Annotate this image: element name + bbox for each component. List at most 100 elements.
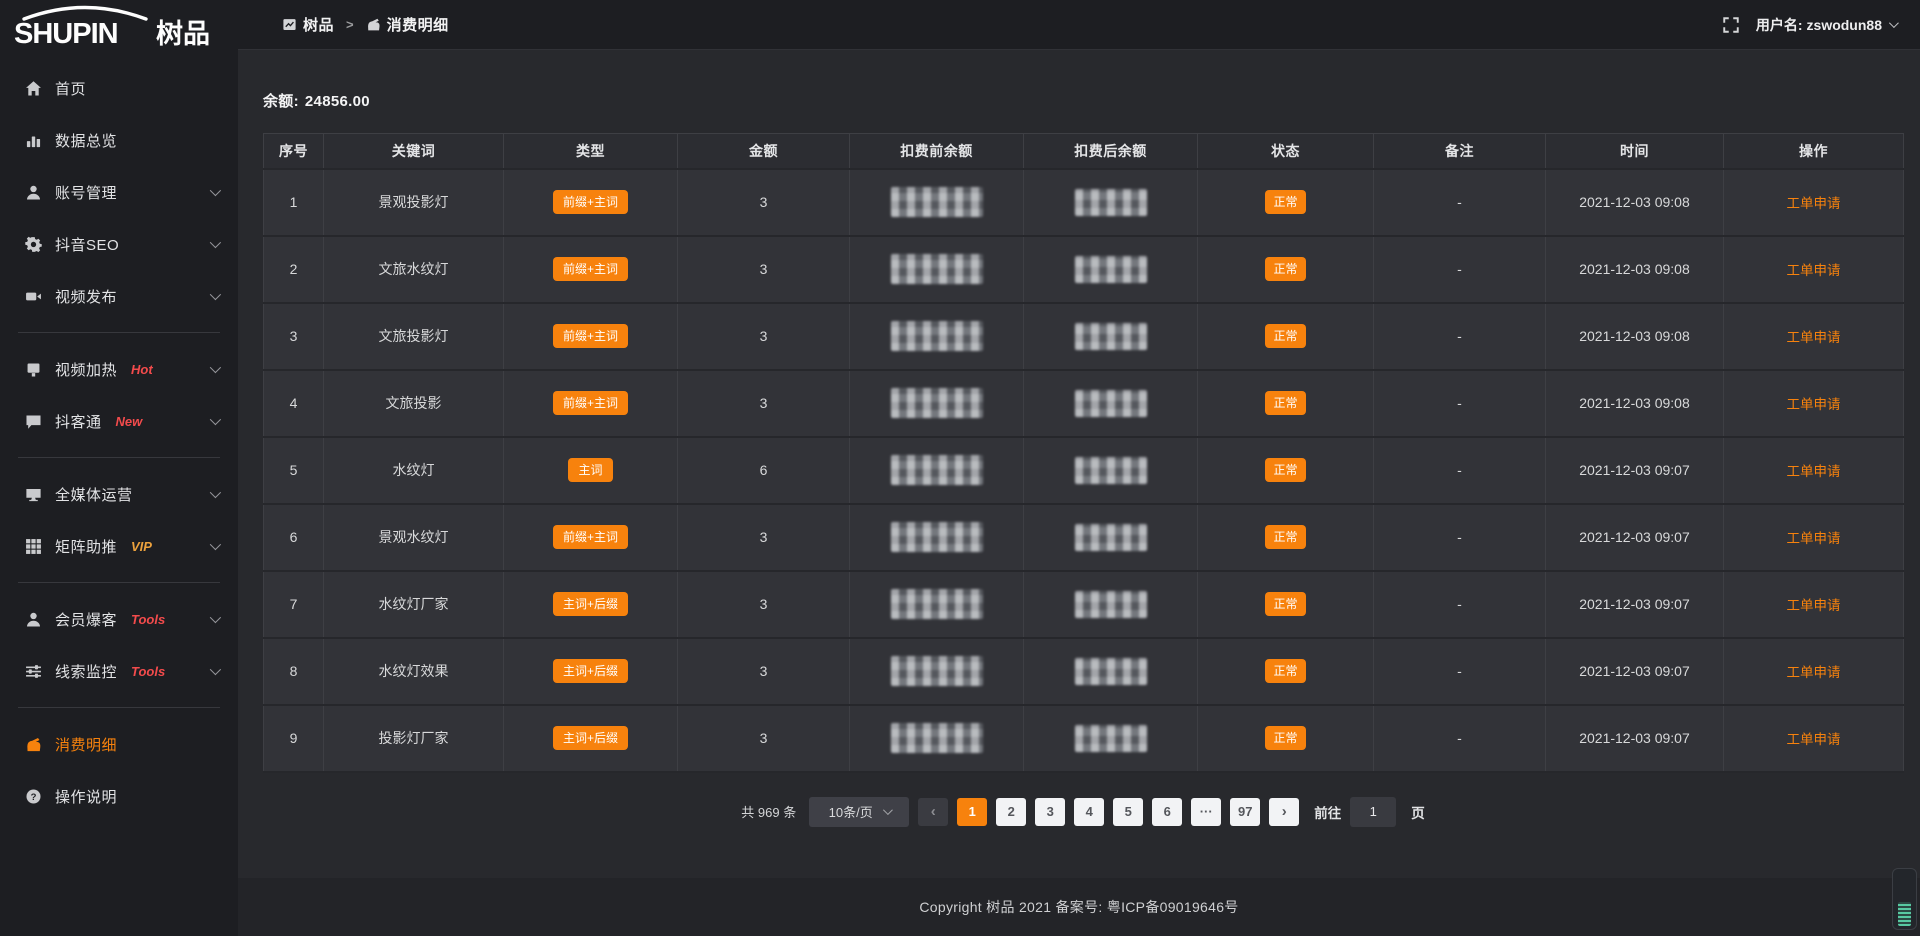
sidebar-item-seo[interactable]: 抖音SEO bbox=[0, 218, 238, 270]
cell-amount: 3 bbox=[678, 370, 850, 437]
cell-action: 工单申请 bbox=[1724, 303, 1904, 370]
cell-type: 前缀+主词 bbox=[504, 236, 678, 303]
side-widget[interactable] bbox=[1892, 868, 1917, 930]
page-button-4[interactable]: 4 bbox=[1074, 798, 1104, 826]
sidebar-item-heat[interactable]: 视频加热 Hot bbox=[0, 343, 238, 395]
footer: Copyright 树品 2021 备案号: 粤ICP备09019646号 bbox=[238, 878, 1920, 936]
page-button-6[interactable]: 6 bbox=[1152, 798, 1182, 826]
sidebar-item-consume[interactable]: 消费明细 bbox=[0, 718, 238, 770]
chevron-down-icon bbox=[210, 362, 221, 373]
cell-balance-before bbox=[850, 705, 1024, 772]
sidebar-item-label: 抖客通 bbox=[55, 411, 102, 432]
redacted-balance-after bbox=[1075, 725, 1147, 752]
work-order-link[interactable]: 工单申请 bbox=[1787, 598, 1841, 613]
user-menu[interactable]: 用户名: zswodun88 bbox=[1756, 15, 1896, 35]
redacted-balance-after bbox=[1075, 189, 1147, 216]
sidebar: SHUPIN 树品 首页 数据总览 账号管理 抖音SEO 视频发布 视频加热 H… bbox=[0, 0, 238, 936]
sidebar-item-member[interactable]: 会员爆客 Tools bbox=[0, 593, 238, 645]
page-button-1-active[interactable]: 1 bbox=[957, 798, 987, 826]
sidebar-item-label: 账号管理 bbox=[55, 182, 117, 203]
sidebar-item-matrix[interactable]: 矩阵助推 VIP bbox=[0, 520, 238, 572]
cell-balance-after bbox=[1024, 437, 1198, 504]
brand-logo-text: SHUPIN bbox=[14, 18, 118, 50]
page-button-97[interactable]: 97 bbox=[1230, 798, 1260, 826]
page-jump-input[interactable] bbox=[1350, 797, 1396, 827]
page-button-5[interactable]: 5 bbox=[1113, 798, 1143, 826]
sidebar-item-overview[interactable]: 数据总览 bbox=[0, 114, 238, 166]
page-button-3[interactable]: 3 bbox=[1035, 798, 1065, 826]
grid-icon bbox=[25, 538, 42, 555]
pagination-total: 共 969 条 bbox=[741, 802, 796, 821]
table-row: 8 水纹灯效果 主词+后缀 3 正常 - 2021-12-03 09:07 工单… bbox=[264, 638, 1904, 705]
cell-type: 主词+后缀 bbox=[504, 571, 678, 638]
type-badge: 主词+后缀 bbox=[553, 726, 628, 750]
breadcrumb-current[interactable]: 消费明细 bbox=[366, 14, 449, 35]
chevron-down-icon bbox=[210, 487, 221, 498]
redacted-balance-after bbox=[1075, 591, 1147, 618]
cell-keyword: 景观水纹灯 bbox=[324, 504, 504, 571]
breadcrumb-separator: > bbox=[346, 17, 354, 32]
next-page-button[interactable]: › bbox=[1269, 798, 1299, 826]
redacted-balance-before bbox=[891, 589, 983, 619]
table-row: 9 投影灯厂家 主词+后缀 3 正常 - 2021-12-03 09:07 工单… bbox=[264, 705, 1904, 772]
cell-status: 正常 bbox=[1198, 236, 1374, 303]
cell-status: 正常 bbox=[1198, 705, 1374, 772]
sidebar-item-publish[interactable]: 视频发布 bbox=[0, 270, 238, 322]
cell-amount: 3 bbox=[678, 504, 850, 571]
sidebar-item-tag: Tools bbox=[131, 612, 165, 627]
cell-balance-before bbox=[850, 571, 1024, 638]
work-order-link[interactable]: 工单申请 bbox=[1787, 330, 1841, 345]
cell-status: 正常 bbox=[1198, 571, 1374, 638]
chevron-down-icon bbox=[210, 664, 221, 675]
sidebar-item-doukotong[interactable]: 抖客通 New bbox=[0, 395, 238, 447]
redacted-balance-after bbox=[1075, 323, 1147, 350]
cell-type: 主词+后缀 bbox=[504, 638, 678, 705]
sidebar-item-media[interactable]: 全媒体运营 bbox=[0, 468, 238, 520]
redacted-balance-after bbox=[1075, 390, 1147, 417]
cell-type: 前缀+主词 bbox=[504, 370, 678, 437]
cell-balance-before bbox=[850, 169, 1024, 236]
cell-remark: - bbox=[1374, 236, 1546, 303]
cell-balance-before bbox=[850, 638, 1024, 705]
redacted-balance-after bbox=[1075, 457, 1147, 484]
prev-page-button[interactable]: ‹ bbox=[918, 798, 948, 826]
chevron-down-icon bbox=[210, 612, 221, 623]
breadcrumb-home[interactable]: 树品 bbox=[282, 14, 334, 35]
gear-icon bbox=[25, 236, 42, 253]
work-order-link[interactable]: 工单申请 bbox=[1787, 531, 1841, 546]
column-header-0: 序号 bbox=[264, 134, 324, 169]
status-badge: 正常 bbox=[1265, 458, 1305, 482]
sidebar-item-help[interactable]: ? 操作说明 bbox=[0, 770, 238, 822]
fullscreen-icon[interactable] bbox=[1722, 16, 1740, 34]
work-order-link[interactable]: 工单申请 bbox=[1787, 263, 1841, 278]
dashboard-icon bbox=[282, 17, 297, 32]
sidebar-item-account[interactable]: 账号管理 bbox=[0, 166, 238, 218]
work-order-link[interactable]: 工单申请 bbox=[1787, 732, 1841, 747]
column-header-4: 扣费前余额 bbox=[850, 134, 1024, 169]
cell-amount: 3 bbox=[678, 705, 850, 772]
cell-type: 前缀+主词 bbox=[504, 303, 678, 370]
work-order-link[interactable]: 工单申请 bbox=[1787, 196, 1841, 211]
cell-keyword: 景观投影灯 bbox=[324, 169, 504, 236]
cell-balance-after bbox=[1024, 705, 1198, 772]
sidebar-item-clue[interactable]: 线索监控 Tools bbox=[0, 645, 238, 697]
cell-keyword: 文旅投影灯 bbox=[324, 303, 504, 370]
work-order-link[interactable]: 工单申请 bbox=[1787, 464, 1841, 479]
sidebar-item-label: 消费明细 bbox=[55, 734, 117, 755]
page-button-2[interactable]: 2 bbox=[996, 798, 1026, 826]
page-size-select[interactable]: 10条/页 bbox=[809, 797, 909, 827]
table-row: 2 文旅水纹灯 前缀+主词 3 正常 - 2021-12-03 09:08 工单… bbox=[264, 236, 1904, 303]
redacted-balance-before bbox=[891, 321, 983, 351]
sidebar-item-home[interactable]: 首页 bbox=[0, 62, 238, 114]
cell-keyword: 文旅投影 bbox=[324, 370, 504, 437]
redacted-balance-after bbox=[1075, 524, 1147, 551]
copyright-text: Copyright 树品 2021 备案号: 粤ICP备09019646号 bbox=[919, 897, 1238, 917]
work-order-link[interactable]: 工单申请 bbox=[1787, 665, 1841, 680]
work-order-link[interactable]: 工单申请 bbox=[1787, 397, 1841, 412]
chevron-down-icon bbox=[210, 414, 221, 425]
cell-time: 2021-12-03 09:07 bbox=[1546, 504, 1724, 571]
page-ellipsis-button[interactable]: ··· bbox=[1191, 798, 1221, 826]
cell-balance-after bbox=[1024, 303, 1198, 370]
sliders-icon bbox=[25, 663, 42, 680]
sidebar-divider bbox=[18, 707, 220, 708]
